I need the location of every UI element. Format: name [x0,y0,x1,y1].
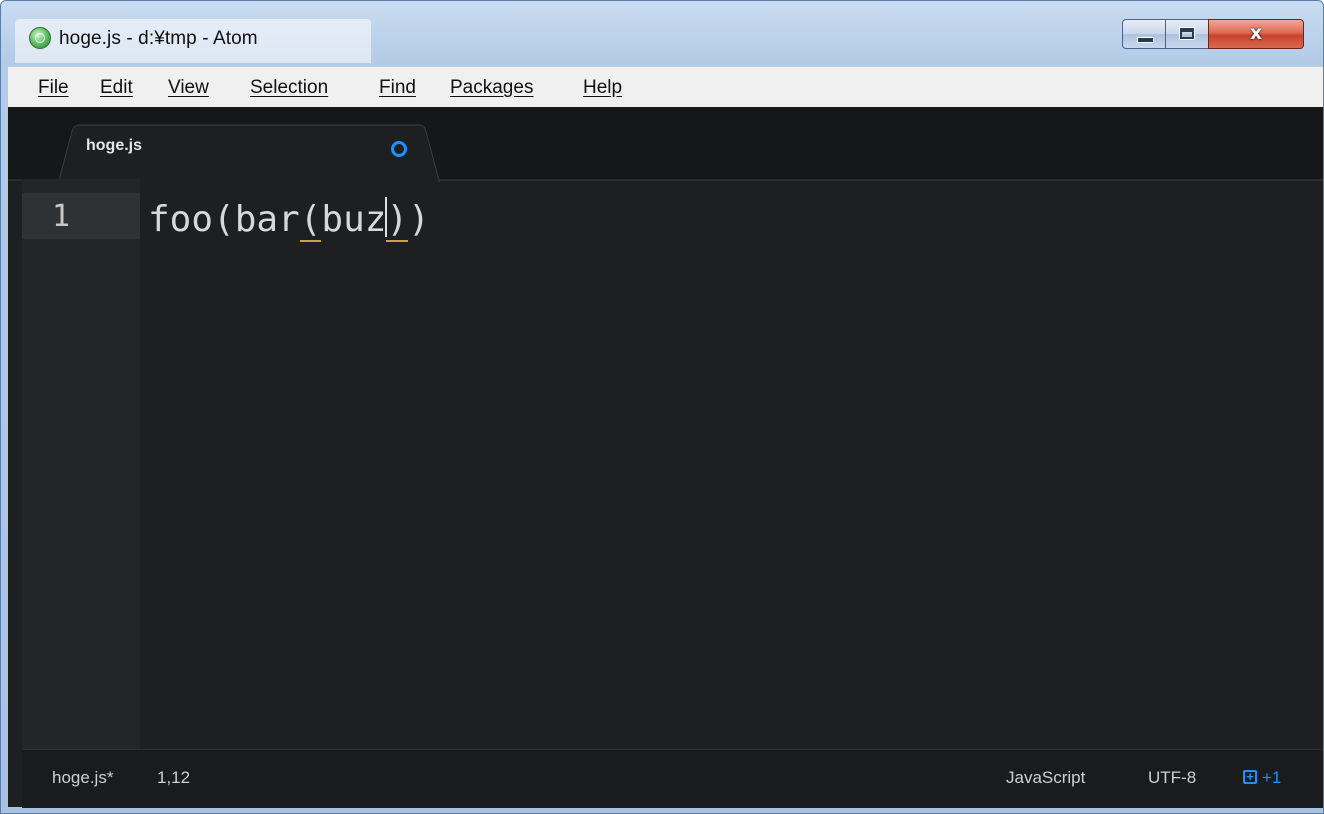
menu-packages[interactable]: Packages [450,77,533,99]
line-number: 1 [52,199,71,234]
maximize-button[interactable] [1165,19,1209,49]
code-line[interactable]: foo(bar(buz)) [148,197,430,243]
line-number-gutter: 1 [22,179,140,749]
window-title: hoge.js - d:¥tmp - Atom [59,28,258,49]
tab-title: hoge.js [86,137,143,154]
status-grammar[interactable]: JavaScript [1006,768,1085,788]
status-file-name[interactable]: hoge.js* [52,768,113,788]
menu-view[interactable]: View [168,77,209,99]
tab-bar: hoge.js [8,107,1323,182]
matched-open-bracket: ( [299,199,322,242]
minimize-button[interactable] [1122,19,1166,49]
maximize-icon [1179,27,1195,40]
menu-file[interactable]: File [38,77,69,99]
atom-app-icon[interactable] [29,27,51,49]
menu-selection[interactable]: Selection [250,77,328,99]
modified-dot-icon[interactable] [391,141,407,157]
atom-window: hoge.js - d:¥tmp - Atom x File Edit View… [0,0,1324,814]
menu-edit[interactable]: Edit [100,77,133,99]
atom-logo-ring [35,33,45,43]
git-diff-icon[interactable]: + [1243,770,1257,784]
editor-workspace: hoge.js 1 foo(bar(buz)) hoge.js* 1,12 Ja… [8,107,1323,808]
menu-help[interactable]: Help [583,77,622,99]
status-git-count[interactable]: +1 [1262,768,1281,788]
menu-bar: File Edit View Selection Find Packages H… [8,67,1323,108]
close-button[interactable]: x [1208,19,1304,49]
code-text: ) [408,199,430,240]
matched-close-bracket: ) [386,199,409,242]
menu-find[interactable]: Find [379,77,416,99]
minimize-icon [1137,37,1154,43]
status-encoding[interactable]: UTF-8 [1148,768,1196,788]
title-bar[interactable]: hoge.js - d:¥tmp - Atom x [1,1,1323,49]
status-cursor-position[interactable]: 1,12 [157,768,190,788]
status-bar: hoge.js* 1,12 JavaScript UTF-8 + +1 [22,749,1323,808]
code-text: foo(bar [148,199,300,240]
code-text: buz [321,199,387,240]
close-icon: x [1249,22,1263,44]
gutter-cursor-line [22,193,140,239]
